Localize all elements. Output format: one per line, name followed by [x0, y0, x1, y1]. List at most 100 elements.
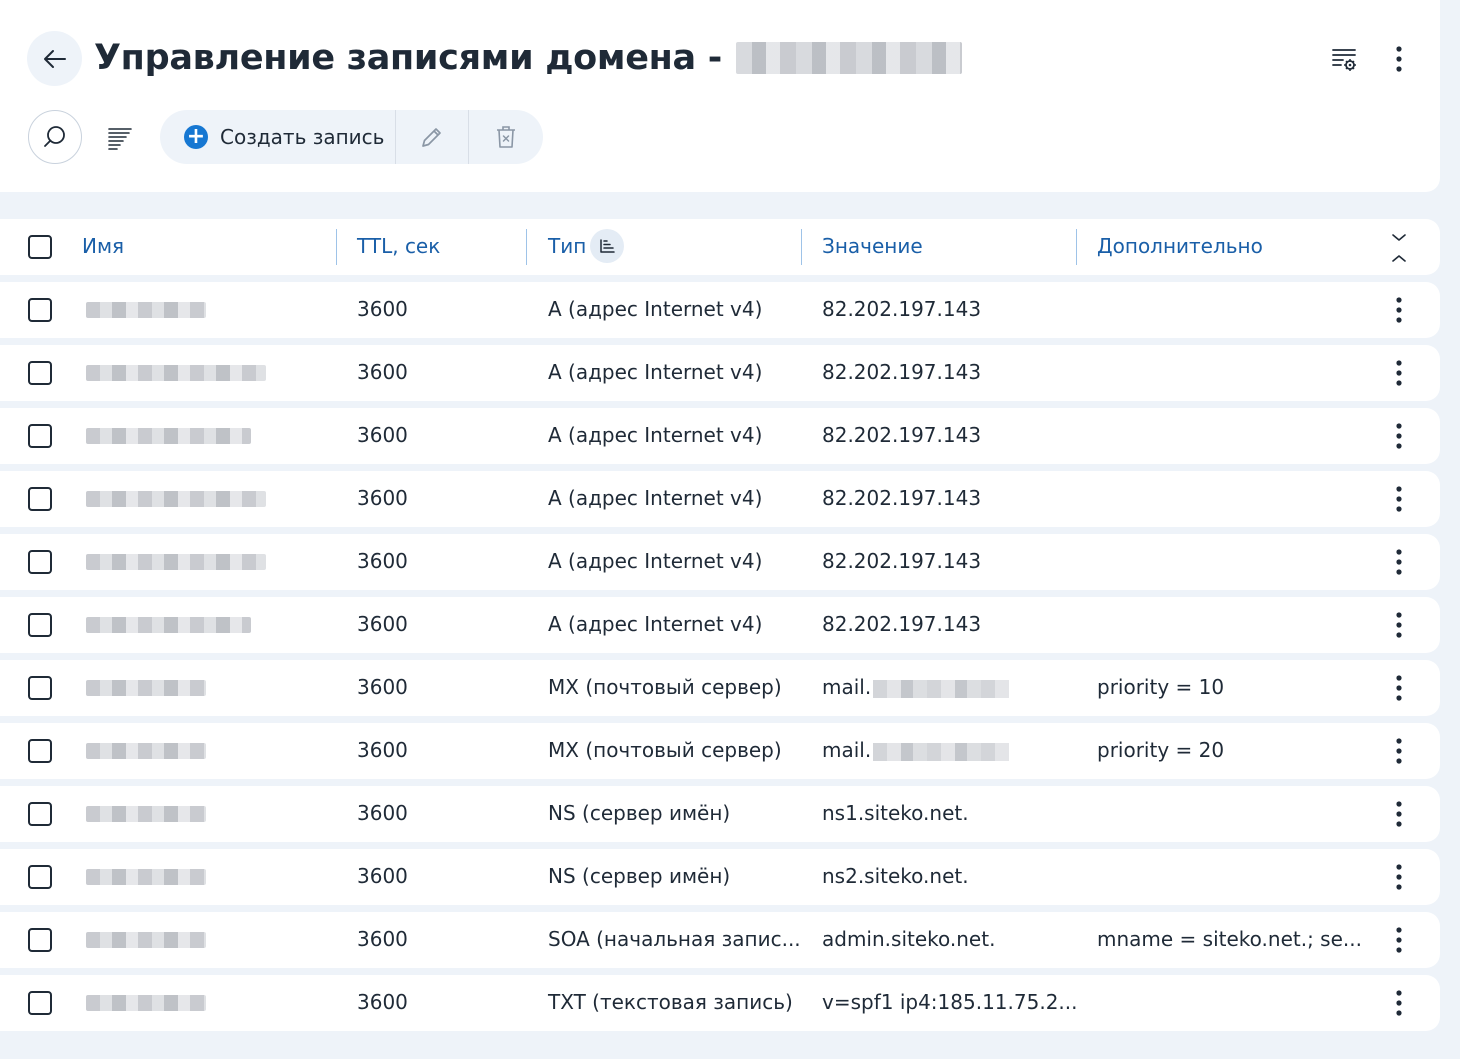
table-row[interactable]: 3600 A (адрес Internet v4) 82.202.197.143	[0, 597, 1440, 653]
value-cell: admin.siteko.net.	[822, 927, 995, 951]
row-checkbox[interactable]	[28, 298, 52, 322]
back-button[interactable]	[27, 31, 82, 86]
kebab-icon	[1396, 738, 1402, 764]
row-menu-button[interactable]	[1386, 989, 1412, 1017]
column-divider[interactable]	[336, 229, 337, 265]
value-cell: 82.202.197.143	[822, 360, 981, 384]
record-actions: + Создать запись	[160, 110, 543, 164]
row-checkbox[interactable]	[28, 928, 52, 952]
table-row[interactable]: 3600 MX (почтовый сервер) mail. priority = …	[0, 723, 1440, 779]
ttl-cell: 3600	[357, 297, 408, 321]
row-menu-button[interactable]	[1386, 674, 1412, 702]
ttl-cell: 3600	[357, 549, 408, 573]
ttl-cell: 3600	[357, 486, 408, 510]
row-menu-button[interactable]	[1386, 422, 1412, 450]
kebab-icon	[1396, 297, 1402, 323]
row-menu-button[interactable]	[1386, 485, 1412, 513]
value-text: v=spf1 ip4:185.11.75.2...	[822, 990, 1078, 1014]
redacted-name	[86, 806, 206, 822]
column-header-ttl[interactable]: TTL, сек	[357, 234, 440, 258]
select-all-checkbox[interactable]	[28, 235, 52, 259]
redacted-name	[86, 302, 206, 318]
edit-button[interactable]	[396, 110, 469, 164]
row-checkbox[interactable]	[28, 550, 52, 574]
value-text: 82.202.197.143	[822, 612, 982, 636]
column-header-extra[interactable]: Дополнительно	[1097, 234, 1263, 258]
value-text: 82.202.197.143	[822, 297, 982, 321]
type-cell: A (адрес Internet v4)	[548, 549, 763, 573]
kebab-icon	[1396, 46, 1402, 72]
column-divider[interactable]	[801, 229, 802, 265]
row-menu-button[interactable]	[1386, 800, 1412, 828]
extra-cell: priority = 10	[1097, 675, 1225, 699]
collapse-expand-icon[interactable]	[1386, 231, 1412, 265]
redacted-name	[86, 932, 206, 948]
page-title: Управление записями домена -	[94, 36, 962, 80]
row-checkbox[interactable]	[28, 361, 52, 385]
extra-cell: priority = 20	[1097, 738, 1225, 762]
row-menu-button[interactable]	[1386, 863, 1412, 891]
column-divider[interactable]	[1076, 229, 1077, 265]
ttl-cell: 3600	[357, 612, 408, 636]
value-text: 82.202.197.143	[822, 423, 982, 447]
redacted-name	[86, 743, 206, 759]
row-checkbox[interactable]	[28, 424, 52, 448]
table-row[interactable]: 3600 MX (почтовый сервер) mail. priority = …	[0, 660, 1440, 716]
table-row[interactable]: 3600 A (адрес Internet v4) 82.202.197.143	[0, 534, 1440, 590]
value-cell: 82.202.197.143	[822, 297, 981, 321]
redacted-name	[86, 428, 251, 444]
row-menu-button[interactable]	[1386, 611, 1412, 639]
filter-lines-icon	[108, 128, 132, 150]
column-divider[interactable]	[526, 229, 527, 265]
arrow-left-icon	[43, 49, 66, 68]
delete-button[interactable]	[469, 110, 542, 164]
type-cell: A (адрес Internet v4)	[548, 486, 763, 510]
ttl-cell: 3600	[357, 801, 408, 825]
trash-icon	[496, 126, 515, 148]
row-checkbox[interactable]	[28, 739, 52, 763]
create-record-button[interactable]: + Создать запись	[160, 110, 396, 164]
table-row[interactable]: 3600 SOA (начальная запис... admin.siteko.…	[0, 912, 1440, 968]
search-icon	[44, 126, 65, 147]
table-row[interactable]: 3600 NS (сервер имён) ns1.siteko.net.	[0, 786, 1440, 842]
row-checkbox[interactable]	[28, 613, 52, 637]
table-settings-icon	[1332, 49, 1356, 71]
more-button[interactable]	[1383, 40, 1415, 78]
row-checkbox[interactable]	[28, 865, 52, 889]
row-menu-button[interactable]	[1386, 548, 1412, 576]
table-row[interactable]: 3600 NS (сервер имён) ns2.siteko.net.	[0, 849, 1440, 905]
type-cell: MX (почтовый сервер)	[548, 675, 782, 699]
row-checkbox[interactable]	[28, 487, 52, 511]
kebab-icon	[1396, 927, 1402, 953]
column-header-type[interactable]: Тип	[548, 234, 586, 258]
table-row[interactable]: 3600 A (адрес Internet v4) 82.202.197.143	[0, 345, 1440, 401]
column-header-name[interactable]: Имя	[82, 234, 124, 258]
table-row[interactable]: 3600 A (адрес Internet v4) 82.202.197.143	[0, 282, 1440, 338]
ttl-cell: 3600	[357, 738, 408, 762]
table-row[interactable]: 3600 A (адрес Internet v4) 82.202.197.143	[0, 408, 1440, 464]
sort-button[interactable]	[590, 229, 624, 263]
filter-button[interactable]	[100, 118, 140, 158]
type-cell: NS (сервер имён)	[548, 801, 731, 825]
search-button[interactable]	[28, 110, 82, 164]
create-record-label: Создать запись	[220, 125, 385, 149]
row-menu-button[interactable]	[1386, 359, 1412, 387]
redacted-value	[873, 742, 1010, 761]
kebab-icon	[1396, 990, 1402, 1016]
row-menu-button[interactable]	[1386, 296, 1412, 324]
row-menu-button[interactable]	[1386, 737, 1412, 765]
redacted-name	[86, 365, 266, 381]
value-prefix: mail.	[822, 738, 872, 762]
value-cell: ns1.siteko.net.	[822, 801, 969, 825]
row-checkbox[interactable]	[28, 991, 52, 1015]
row-checkbox[interactable]	[28, 676, 52, 700]
value-cell: ns2.siteko.net.	[822, 864, 969, 888]
table-header: Имя TTL, сек Тип Значение Дополнительно	[0, 219, 1440, 275]
pencil-icon	[422, 128, 441, 147]
table-row[interactable]: 3600 A (адрес Internet v4) 82.202.197.143	[0, 471, 1440, 527]
column-header-value[interactable]: Значение	[822, 234, 923, 258]
row-menu-button[interactable]	[1386, 926, 1412, 954]
table-row[interactable]: 3600 TXT (текстовая запись) v=spf1 ip4:185…	[0, 975, 1440, 1031]
table-settings-button[interactable]	[1325, 40, 1363, 78]
row-checkbox[interactable]	[28, 802, 52, 826]
